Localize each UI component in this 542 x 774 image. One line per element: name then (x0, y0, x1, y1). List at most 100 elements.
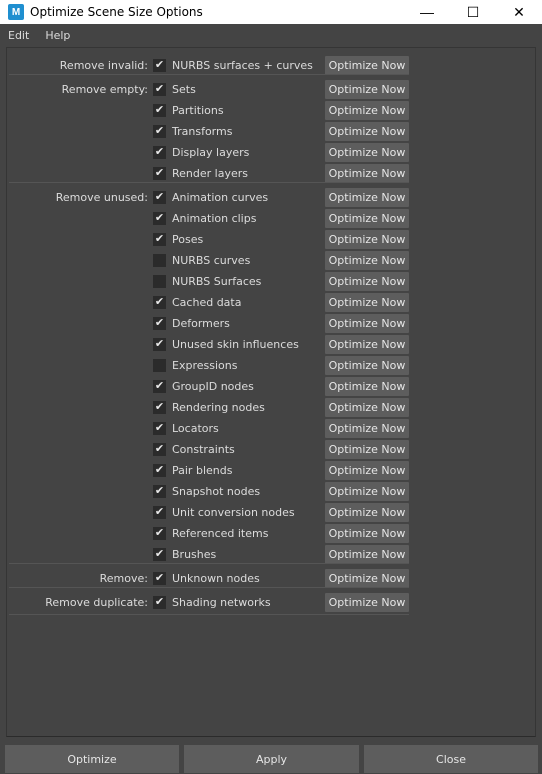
option-label[interactable]: Cached data (172, 296, 325, 309)
option-row: Remove invalid: ✔ NURBS surfaces + curves O… (7, 55, 417, 76)
option-checkbox[interactable]: ✔ (153, 422, 166, 435)
option-label[interactable]: Unknown nodes (172, 572, 325, 585)
option-checkbox[interactable]: ✔ (153, 317, 166, 330)
optimize-now-button[interactable]: Optimize Now (325, 398, 409, 417)
maximize-icon[interactable]: ☐ (450, 0, 496, 24)
option-checkbox[interactable]: ✔ (153, 506, 166, 519)
option-checkbox[interactable]: ✔ (153, 485, 166, 498)
optimize-now-button[interactable]: Optimize Now (325, 164, 409, 183)
option-row: ✔ Render layers Optimize Now (7, 163, 417, 184)
checkmark-icon: ✔ (154, 191, 165, 203)
option-checkbox[interactable]: ✔ (153, 443, 166, 456)
optimize-now-button[interactable]: Optimize Now (325, 80, 409, 99)
option-row: ✔ Display layers Optimize Now (7, 142, 417, 163)
option-checkbox[interactable]: ✔ (153, 548, 166, 561)
option-row: NURBS Surfaces Optimize Now (7, 271, 417, 292)
close-button[interactable]: Close (364, 745, 538, 773)
option-label[interactable]: Referenced items (172, 527, 325, 540)
option-row: ✔ Brushes Optimize Now (7, 544, 417, 565)
option-checkbox[interactable] (153, 254, 166, 267)
checkmark-icon: ✔ (154, 104, 165, 116)
optimize-now-button[interactable]: Optimize Now (325, 593, 409, 612)
optimize-now-button[interactable]: Optimize Now (325, 251, 409, 270)
option-checkbox[interactable]: ✔ (153, 464, 166, 477)
option-label[interactable]: Snapshot nodes (172, 485, 325, 498)
option-label[interactable]: Transforms (172, 125, 325, 138)
optimize-now-button[interactable]: Optimize Now (325, 503, 409, 522)
checkmark-icon: ✔ (154, 380, 165, 392)
optimize-now-button[interactable]: Optimize Now (325, 56, 409, 75)
checkmark-icon: ✔ (154, 233, 165, 245)
group-separator (9, 614, 409, 615)
option-label[interactable]: Unused skin influences (172, 338, 325, 351)
option-checkbox[interactable]: ✔ (153, 212, 166, 225)
menu-help[interactable]: Help (37, 29, 78, 42)
minimize-icon[interactable]: — (404, 0, 450, 24)
option-label[interactable]: Pair blends (172, 464, 325, 477)
option-checkbox[interactable]: ✔ (153, 338, 166, 351)
option-checkbox[interactable]: ✔ (153, 233, 166, 246)
option-label[interactable]: Unit conversion nodes (172, 506, 325, 519)
option-label[interactable]: Constraints (172, 443, 325, 456)
optimize-now-button[interactable]: Optimize Now (325, 314, 409, 333)
option-row: ✔ Constraints Optimize Now (7, 439, 417, 460)
option-label[interactable]: Brushes (172, 548, 325, 561)
option-checkbox[interactable]: ✔ (153, 596, 166, 609)
optimize-now-button[interactable]: Optimize Now (325, 461, 409, 480)
optimize-now-button[interactable]: Optimize Now (325, 101, 409, 120)
option-label[interactable]: Animation curves (172, 191, 325, 204)
option-label[interactable]: Poses (172, 233, 325, 246)
menu-edit[interactable]: Edit (0, 29, 37, 42)
option-label[interactable]: Partitions (172, 104, 325, 117)
option-checkbox[interactable]: ✔ (153, 104, 166, 117)
option-checkbox[interactable] (153, 359, 166, 372)
option-checkbox[interactable]: ✔ (153, 296, 166, 309)
option-label[interactable]: GroupID nodes (172, 380, 325, 393)
option-label[interactable]: Deformers (172, 317, 325, 330)
option-checkbox[interactable]: ✔ (153, 59, 166, 72)
option-label[interactable]: NURBS curves (172, 254, 325, 267)
option-checkbox[interactable]: ✔ (153, 83, 166, 96)
optimize-now-button[interactable]: Optimize Now (325, 524, 409, 543)
optimize-now-button[interactable]: Optimize Now (325, 209, 409, 228)
optimize-button[interactable]: Optimize (5, 745, 179, 773)
optimize-now-button[interactable]: Optimize Now (325, 335, 409, 354)
optimize-now-button[interactable]: Optimize Now (325, 482, 409, 501)
option-checkbox[interactable]: ✔ (153, 380, 166, 393)
optimize-now-button[interactable]: Optimize Now (325, 356, 409, 375)
option-checkbox[interactable]: ✔ (153, 167, 166, 180)
optimize-now-button[interactable]: Optimize Now (325, 143, 409, 162)
apply-button[interactable]: Apply (184, 745, 359, 773)
option-checkbox[interactable]: ✔ (153, 401, 166, 414)
optimize-now-button[interactable]: Optimize Now (325, 545, 409, 564)
option-checkbox[interactable]: ✔ (153, 146, 166, 159)
option-label[interactable]: Shading networks (172, 596, 325, 609)
option-checkbox[interactable] (153, 275, 166, 288)
option-row: Remove unused: ✔ Animation curves Optimize … (7, 187, 417, 208)
option-label[interactable]: Sets (172, 83, 325, 96)
optimize-now-button[interactable]: Optimize Now (325, 122, 409, 141)
close-icon[interactable]: ✕ (496, 0, 542, 24)
checkmark-icon: ✔ (154, 317, 165, 329)
optimize-now-button[interactable]: Optimize Now (325, 569, 409, 588)
optimize-now-button[interactable]: Optimize Now (325, 377, 409, 396)
option-label[interactable]: NURBS surfaces + curves (172, 59, 325, 72)
option-label[interactable]: Locators (172, 422, 325, 435)
optimize-now-button[interactable]: Optimize Now (325, 293, 409, 312)
optimize-now-button[interactable]: Optimize Now (325, 188, 409, 207)
option-checkbox[interactable]: ✔ (153, 527, 166, 540)
optimize-now-button[interactable]: Optimize Now (325, 230, 409, 249)
option-label[interactable]: Rendering nodes (172, 401, 325, 414)
option-label[interactable]: NURBS Surfaces (172, 275, 325, 288)
option-label[interactable]: Expressions (172, 359, 325, 372)
option-label[interactable]: Animation clips (172, 212, 325, 225)
option-label[interactable]: Render layers (172, 167, 325, 180)
option-checkbox[interactable]: ✔ (153, 572, 166, 585)
option-checkbox[interactable]: ✔ (153, 125, 166, 138)
option-label[interactable]: Display layers (172, 146, 325, 159)
optimize-now-button[interactable]: Optimize Now (325, 272, 409, 291)
checkmark-icon: ✔ (154, 443, 165, 455)
optimize-now-button[interactable]: Optimize Now (325, 440, 409, 459)
option-checkbox[interactable]: ✔ (153, 191, 166, 204)
optimize-now-button[interactable]: Optimize Now (325, 419, 409, 438)
